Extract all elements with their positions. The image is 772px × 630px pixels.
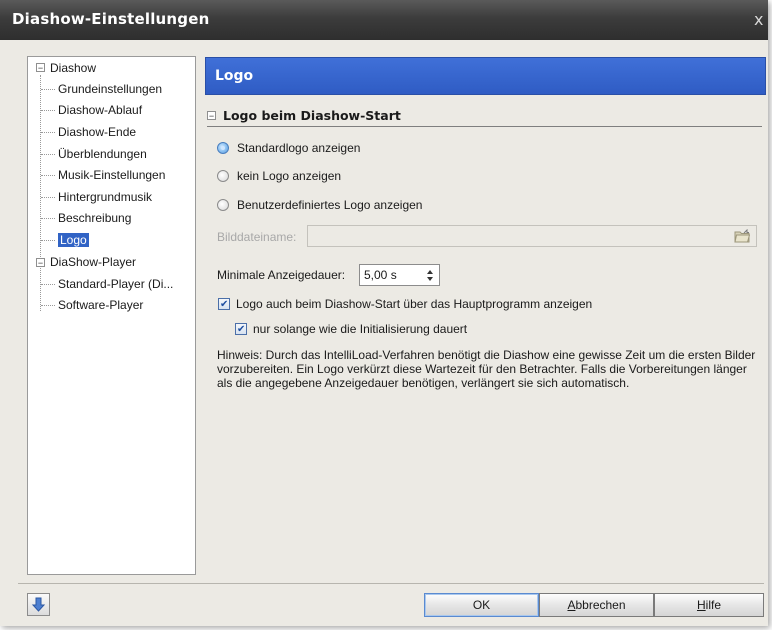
radio-label: kein Logo anzeigen bbox=[237, 169, 342, 183]
close-icon[interactable]: x bbox=[754, 10, 766, 29]
tree-item-diashow-ende[interactable]: Diashow-Ende bbox=[58, 122, 136, 142]
settings-tree[interactable]: − Diashow Grundeinstellungen Diashow-Abl… bbox=[27, 56, 196, 575]
tree-branch bbox=[41, 132, 55, 133]
collapse-icon[interactable]: − bbox=[36, 258, 45, 268]
spin-down-icon[interactable] bbox=[427, 277, 433, 281]
tree-item-diashow[interactable]: Diashow bbox=[50, 58, 96, 78]
tree-item-diashow-player[interactable]: DiaShow-Player bbox=[50, 252, 136, 272]
tree-item-diashow-ablauf[interactable]: Diashow-Ablauf bbox=[58, 100, 142, 120]
tree-branch bbox=[41, 197, 55, 198]
duration-spinner[interactable]: 5,00 s bbox=[359, 264, 440, 286]
checkbox-label: nur solange wie die Initialisierung daue… bbox=[253, 322, 468, 336]
tree-branch bbox=[41, 154, 55, 155]
file-name-input[interactable] bbox=[307, 225, 757, 247]
tree-item-software-player[interactable]: Software-Player bbox=[58, 295, 143, 315]
radio-button-checked[interactable] bbox=[217, 142, 229, 154]
radio-button[interactable] bbox=[217, 199, 229, 211]
radio-button[interactable] bbox=[217, 170, 229, 182]
tree-branch bbox=[41, 175, 55, 176]
ok-label: OK bbox=[472, 598, 491, 612]
help-label: ilfe bbox=[705, 598, 721, 612]
group-header[interactable]: − Logo beim Diashow-Start bbox=[207, 106, 762, 127]
panel-header: Logo bbox=[205, 57, 766, 95]
duration-value: 5,00 s bbox=[364, 268, 397, 282]
radio-label: Benutzerdefiniertes Logo anzeigen bbox=[237, 198, 423, 212]
ok-button[interactable]: OK bbox=[424, 593, 539, 617]
tree-item-grundeinstellungen[interactable]: Grundeinstellungen bbox=[58, 79, 162, 99]
cancel-label: bbrechen bbox=[575, 598, 626, 612]
footer-divider bbox=[18, 583, 764, 584]
tree-branch bbox=[41, 89, 55, 90]
dialog-window: Diashow-Einstellungen x − Diashow Grunde… bbox=[0, 0, 768, 626]
tree-item-beschreibung[interactable]: Beschreibung bbox=[58, 208, 131, 228]
tree-branch bbox=[41, 110, 55, 111]
tree-item-standard-player[interactable]: Standard-Player (Di... bbox=[58, 274, 173, 294]
tree-item-ueberblendungen[interactable]: Überblendungen bbox=[58, 144, 147, 164]
checkbox-label: Logo auch beim Diashow-Start über das Ha… bbox=[236, 297, 593, 311]
tree-branch bbox=[41, 240, 55, 241]
checkbox-checked[interactable] bbox=[235, 321, 247, 339]
panel-title: Logo bbox=[215, 68, 254, 84]
tree-branch bbox=[41, 284, 55, 285]
help-mnemonic: H bbox=[696, 598, 706, 612]
tree-connector bbox=[40, 75, 41, 261]
hint-text: Hinweis: Durch das IntelliLoad-Verfahren… bbox=[217, 348, 756, 390]
duration-label: Minimale Anzeigedauer: bbox=[217, 268, 346, 282]
tree-item-logo-label: Logo bbox=[58, 233, 89, 247]
tree-item-hintergrundmusik[interactable]: Hintergrundmusik bbox=[58, 187, 152, 207]
cancel-button[interactable]: Abbrechen bbox=[539, 593, 654, 617]
radio-label: Standardlogo anzeigen bbox=[237, 141, 361, 155]
tree-branch bbox=[41, 218, 55, 219]
collapse-icon[interactable]: − bbox=[207, 111, 216, 121]
folder-open-icon[interactable] bbox=[734, 228, 751, 243]
checkbox-checked[interactable] bbox=[218, 296, 230, 314]
arrow-down-icon bbox=[31, 597, 46, 612]
tree-item-musik-einstellungen[interactable]: Musik-Einstellungen bbox=[58, 165, 165, 185]
spin-up-icon[interactable] bbox=[427, 270, 433, 274]
title-bar[interactable]: Diashow-Einstellungen x bbox=[0, 0, 768, 40]
arrow-down-button[interactable] bbox=[27, 593, 50, 616]
tree-connector bbox=[40, 263, 41, 311]
file-name-label: Bilddateiname: bbox=[217, 230, 297, 244]
tree-item-logo[interactable]: Logo bbox=[58, 230, 89, 250]
collapse-icon[interactable]: − bbox=[36, 63, 45, 73]
window-title: Diashow-Einstellungen bbox=[12, 10, 210, 28]
help-button[interactable]: Hilfe bbox=[654, 593, 764, 617]
tree-branch bbox=[41, 305, 55, 306]
group-title: Logo beim Diashow-Start bbox=[223, 108, 401, 123]
